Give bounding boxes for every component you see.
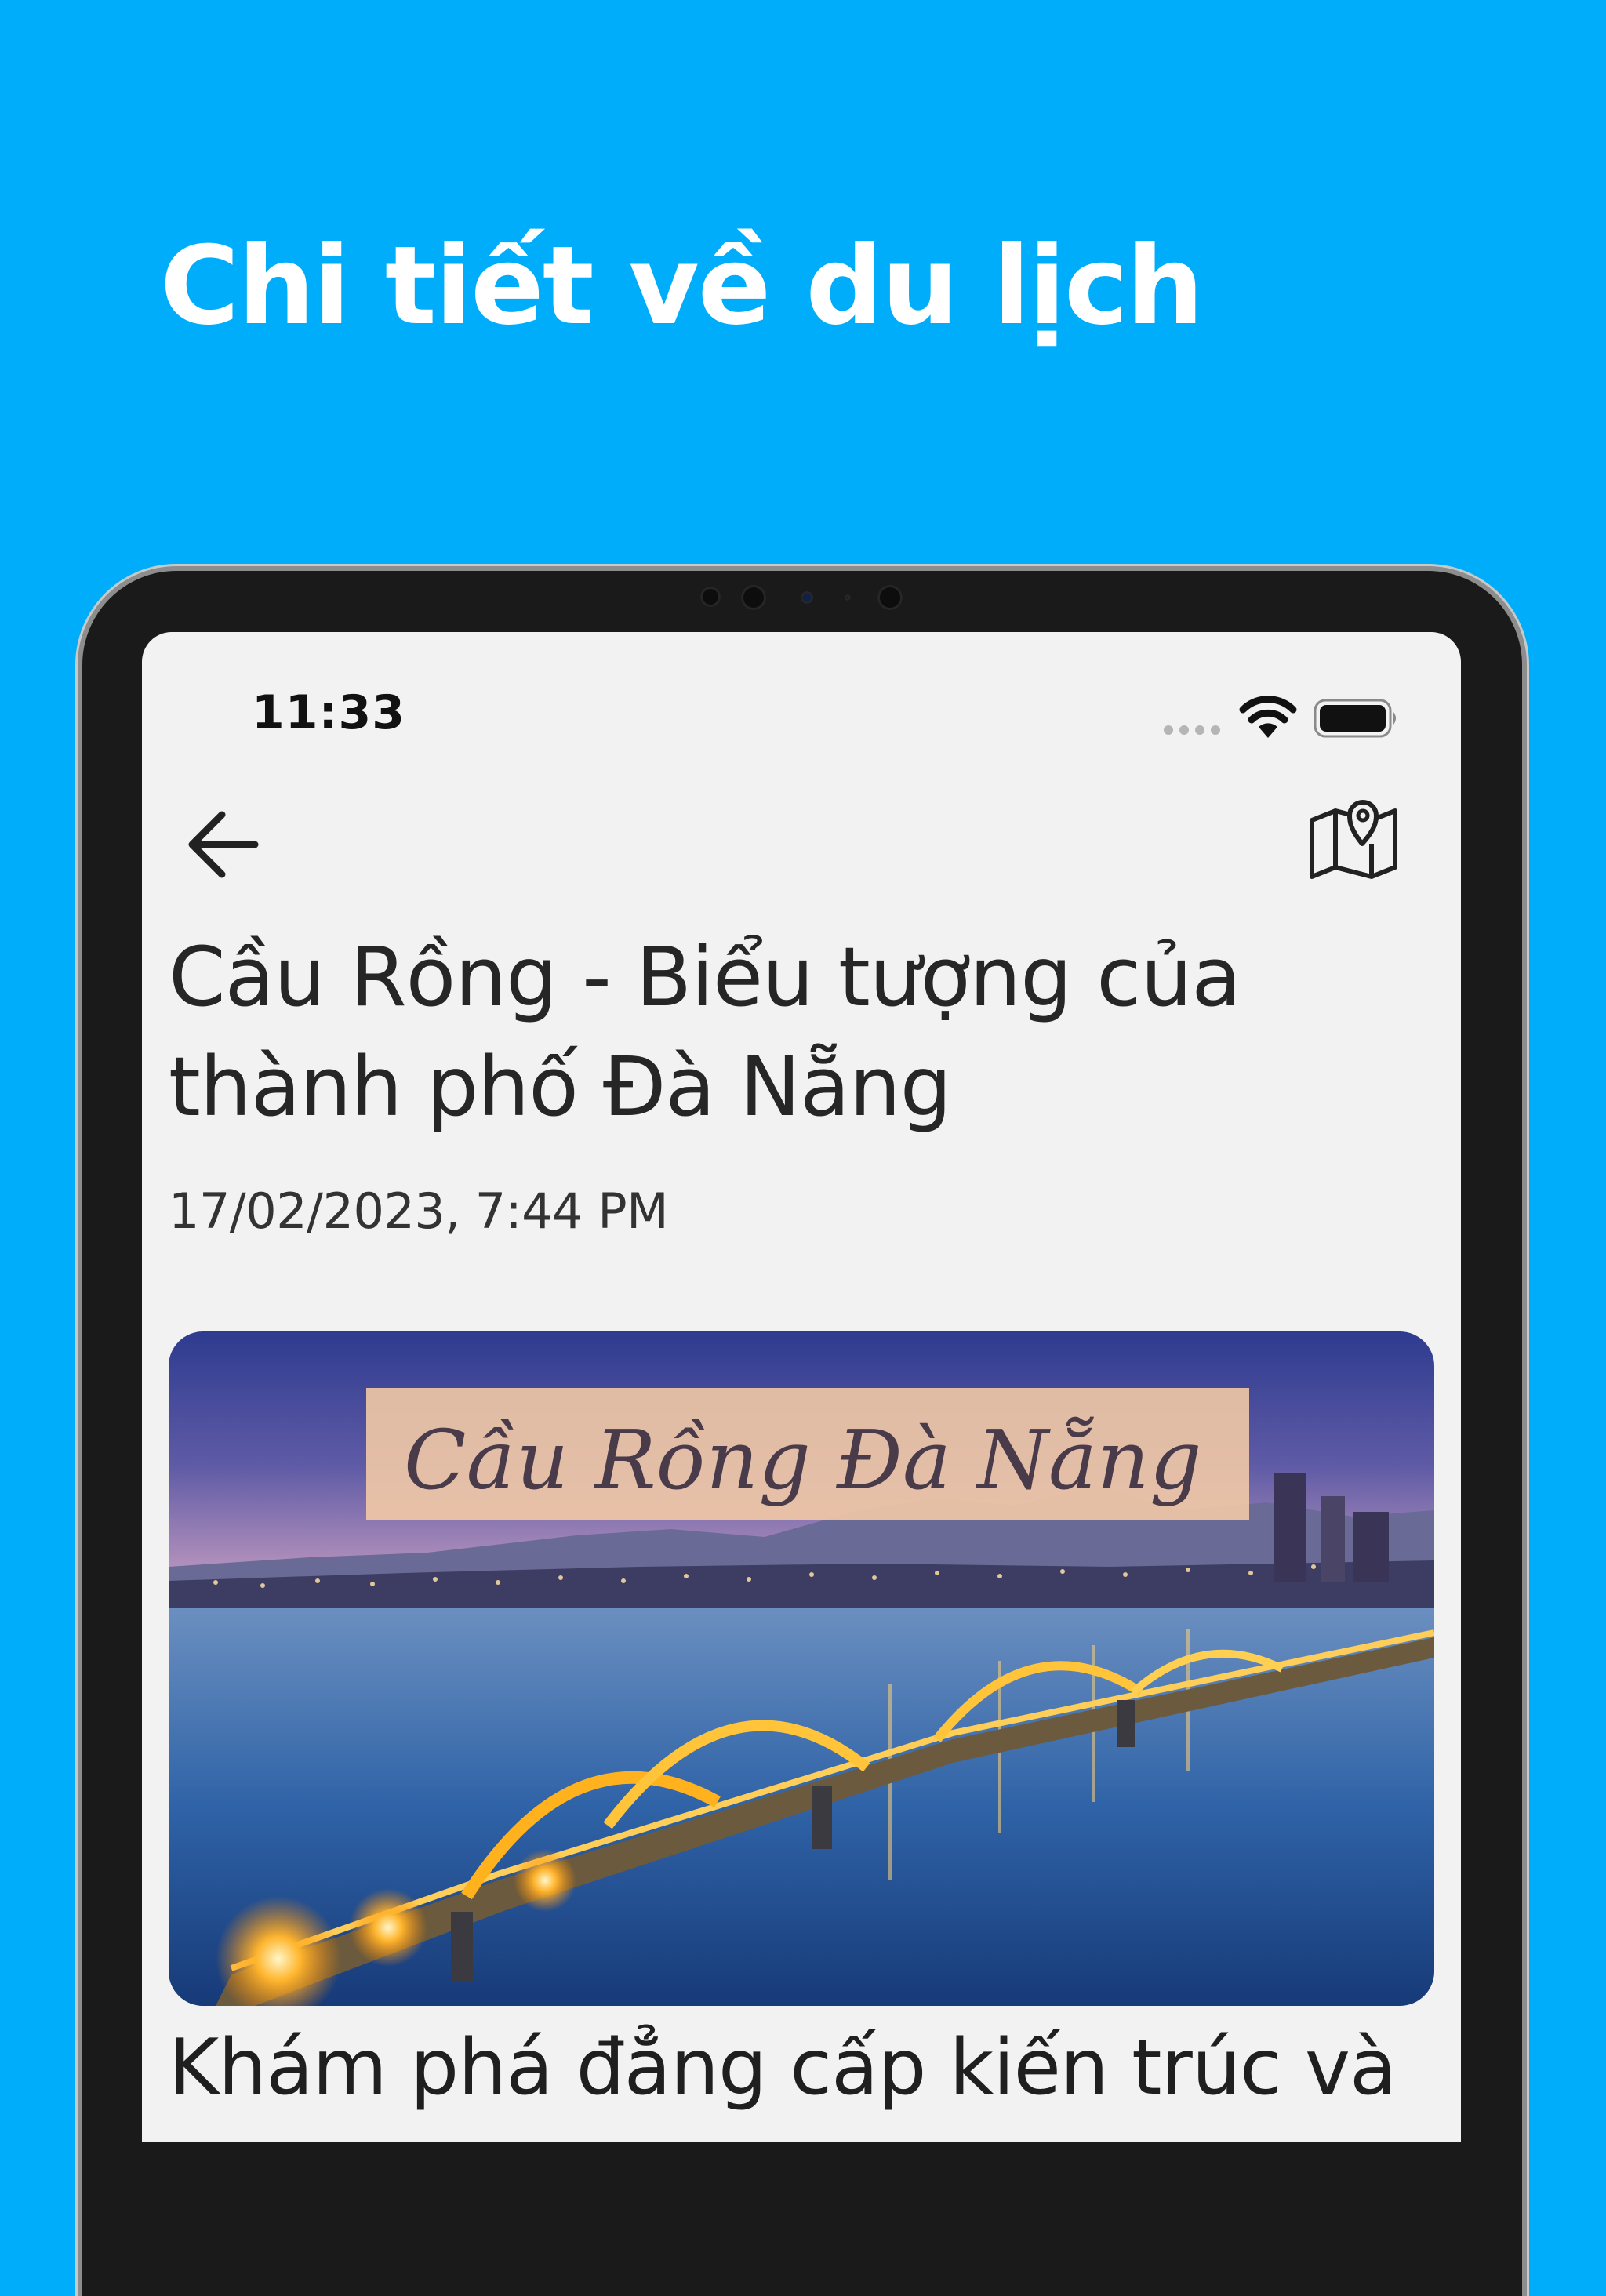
front-camera [801, 591, 813, 604]
article-title: Cầu Rồng - Biểu tượng của thành phố Đà N… [169, 929, 1241, 1135]
promo-headline: Chi tiết về du lịch [160, 223, 1204, 349]
article-image: Cầu Rồng Đà Nẵng [169, 1331, 1434, 2006]
article-date: 17/02/2023, 7:44 PM [169, 1183, 669, 1240]
sensor-dot [845, 594, 851, 601]
article-body: Khám phá đẳng cấp kiến trúc và văn hóa c… [169, 2023, 1412, 2142]
status-time: 11:33 [252, 685, 405, 740]
wifi-icon [1239, 696, 1297, 738]
image-caption: Cầu Rồng Đà Nẵng [404, 1412, 1201, 1508]
arrow-left-icon [188, 811, 259, 878]
back-button[interactable] [180, 801, 266, 888]
sensor-dot [700, 587, 721, 607]
map-button[interactable] [1303, 789, 1404, 891]
sensor-dot [877, 585, 903, 610]
app-screen: 11:33 Cầu Rồng - Biểu tượng của thành ph… [142, 632, 1461, 2142]
cellular-signal-icon [1164, 725, 1220, 735]
battery-icon [1314, 699, 1396, 738]
map-pin-icon [1310, 800, 1397, 879]
sensor-dot [741, 585, 766, 610]
